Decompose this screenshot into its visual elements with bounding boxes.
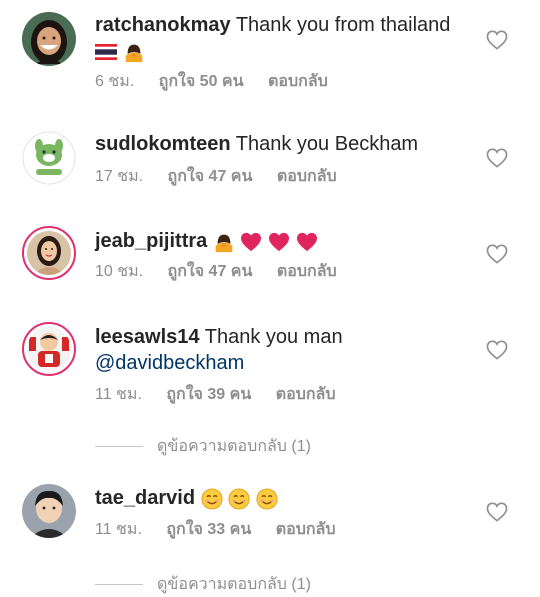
comment-line: ratchanokmay Thank you from thailand: [95, 12, 450, 38]
smiling-face-icon: [228, 488, 250, 510]
comment-meta: 6 ชม. ถูกใจ 50 คน ตอบกลับ: [95, 72, 328, 92]
comment-time: 11 ชม.: [95, 521, 142, 538]
avatar[interactable]: [22, 484, 76, 538]
comment-meta: 17 ชม. ถูกใจ 47 คน ตอบกลับ: [95, 167, 337, 187]
red-heart-icon: [268, 232, 290, 252]
reply-button[interactable]: ตอบกลับ: [268, 72, 328, 92]
view-replies-button[interactable]: ดูข้อความตอบกลับ (1): [95, 434, 311, 459]
comment-time: 10 ชม.: [95, 263, 144, 280]
like-heart-icon[interactable]: [486, 30, 508, 50]
smiling-face-icon: [256, 488, 278, 510]
comment-likes[interactable]: ถูกใจ 47 คน: [168, 262, 253, 282]
comment-username[interactable]: leesawls14: [95, 326, 200, 348]
green-dog-logo-icon: [22, 131, 76, 185]
like-heart-icon[interactable]: [486, 340, 508, 360]
comment-likes[interactable]: ถูกใจ 33 คน: [166, 520, 251, 540]
reply-button[interactable]: ตอบกลับ: [276, 385, 336, 405]
like-heart-icon[interactable]: [486, 502, 508, 522]
comment-text: Thank you from thailand: [235, 14, 451, 36]
avatar[interactable]: [22, 322, 76, 376]
reply-button[interactable]: ตอบกลับ: [277, 262, 337, 282]
comment-line: sudlokomteen Thank you Beckham: [95, 131, 418, 157]
view-replies-label: ดูข้อความตอบกลับ (1): [157, 438, 311, 455]
red-heart-icon: [240, 232, 262, 252]
comment-meta: 10 ชม. ถูกใจ 47 คน ตอบกลับ: [95, 262, 337, 282]
comment-emoji-line: [95, 38, 145, 64]
bowing-person-icon: [123, 41, 145, 63]
woman-face-avatar-icon: [22, 12, 76, 66]
reply-button[interactable]: ตอบกลับ: [277, 167, 337, 187]
comment-likes[interactable]: ถูกใจ 47 คน: [168, 167, 253, 187]
avatar[interactable]: [22, 226, 76, 280]
avatar[interactable]: [22, 12, 76, 66]
comment-text: Thank you man: [204, 326, 343, 348]
view-replies-button[interactable]: ดูข้อความตอบกลับ (1): [95, 572, 311, 597]
cartoon-football-avatar-icon: [27, 327, 71, 371]
comment-username[interactable]: jeab_pijittra: [95, 230, 207, 252]
reply-button[interactable]: ตอบกลับ: [276, 520, 336, 540]
avatar[interactable]: [22, 131, 76, 185]
comment-likes[interactable]: ถูกใจ 50 คน: [159, 72, 244, 92]
mention-link[interactable]: @davidbeckham: [95, 350, 244, 376]
comment-username[interactable]: ratchanokmay: [95, 14, 231, 36]
like-heart-icon[interactable]: [486, 148, 508, 168]
comment-username[interactable]: tae_darvid: [95, 487, 195, 509]
bowing-person-icon: [213, 231, 235, 253]
woman-portrait-avatar-icon: [27, 231, 71, 275]
replies-divider: [95, 584, 143, 586]
comment-username[interactable]: sudlokomteen: [95, 133, 231, 155]
comment-line: tae_darvid: [95, 485, 278, 511]
comment-meta: 11 ชม. ถูกใจ 33 คน ตอบกลับ: [95, 520, 336, 540]
comment-line: jeab_pijittra: [95, 228, 318, 254]
comment-time: 17 ชม.: [95, 168, 144, 185]
comment-time: 11 ชม.: [95, 386, 142, 403]
like-heart-icon[interactable]: [486, 244, 508, 264]
man-face-avatar-icon: [22, 484, 76, 538]
view-replies-label: ดูข้อความตอบกลับ (1): [157, 576, 311, 593]
replies-divider: [95, 446, 143, 448]
comment-text: Thank you Beckham: [235, 133, 419, 155]
comment-meta: 11 ชม. ถูกใจ 39 คน ตอบกลับ: [95, 385, 336, 405]
comment-time: 6 ชม.: [95, 73, 135, 90]
smiling-face-icon: [201, 488, 223, 510]
red-heart-icon: [296, 232, 318, 252]
thai-flag-icon: [95, 43, 117, 60]
comment-likes[interactable]: ถูกใจ 39 คน: [166, 385, 251, 405]
comment-line: leesawls14 Thank you man: [95, 324, 343, 350]
